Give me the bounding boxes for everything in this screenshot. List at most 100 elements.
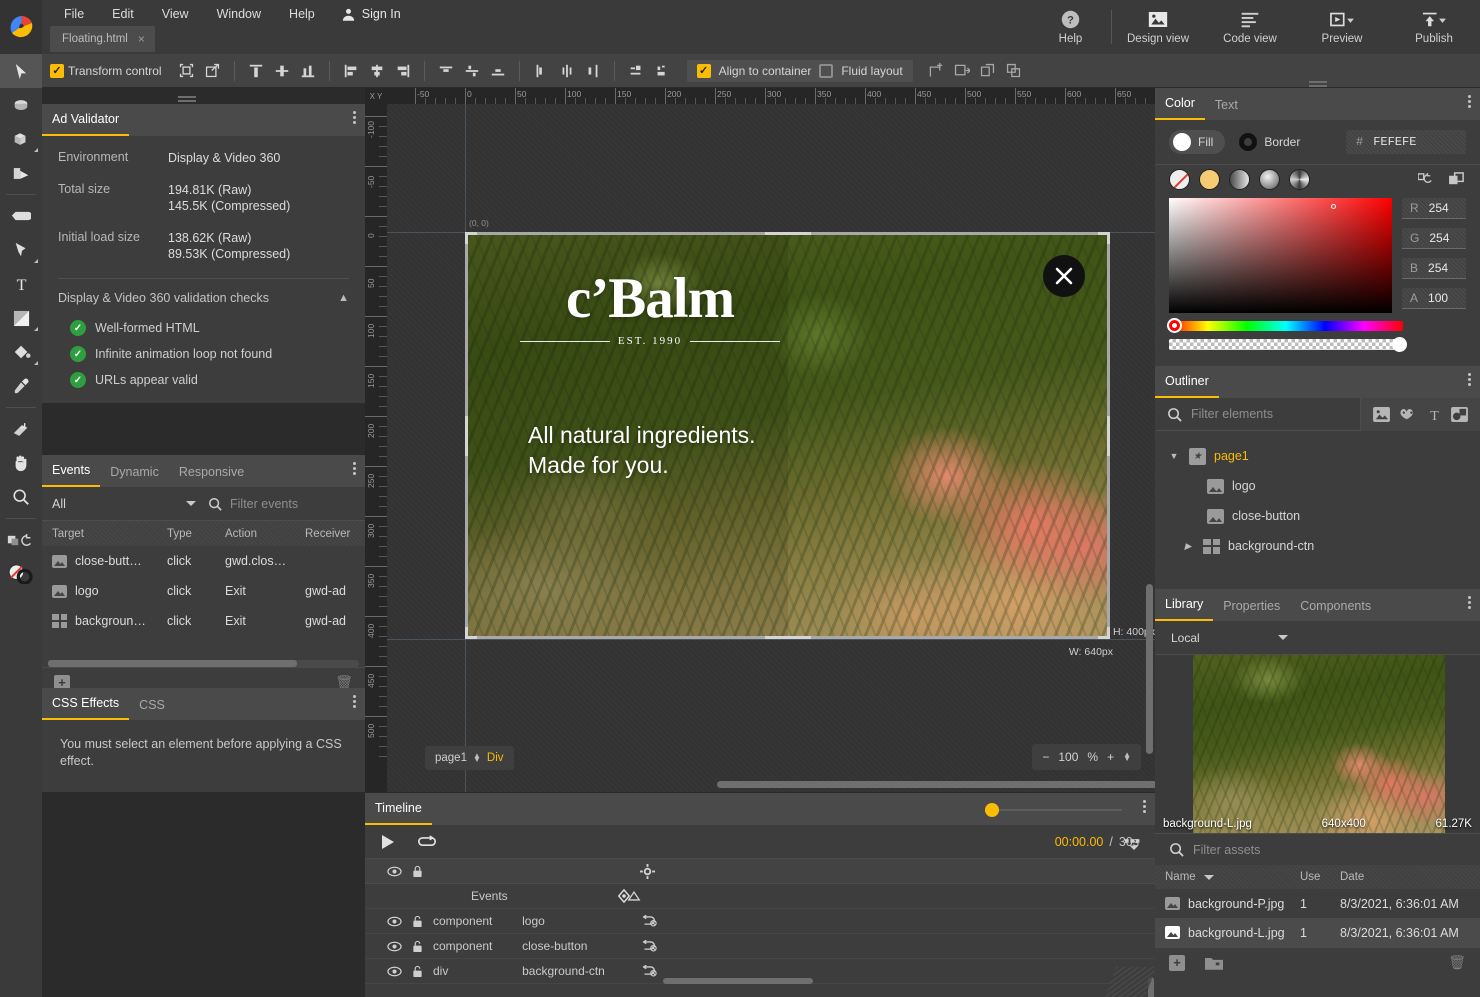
distribute-left-icon[interactable] xyxy=(528,59,554,83)
tool-paint-bucket[interactable] xyxy=(0,335,42,369)
library-row[interactable]: background-L.jpg 1 8/3/2021, 6:36:01 AM xyxy=(1155,918,1480,947)
canvas-horizontal-scrollbar[interactable] xyxy=(717,781,1157,788)
add-asset-button[interactable]: + xyxy=(1169,955,1185,971)
tab-timeline[interactable]: Timeline xyxy=(365,801,432,825)
panel-menu-icon[interactable] xyxy=(1468,95,1472,110)
resize-handle-left[interactable] xyxy=(465,416,468,456)
tool-zoom[interactable] xyxy=(0,480,42,514)
tool-tag-selection[interactable] xyxy=(0,88,42,122)
tool-pen[interactable] xyxy=(0,233,42,267)
no-animation-icon[interactable] xyxy=(640,965,665,977)
align-middle-icon[interactable] xyxy=(269,59,295,83)
panel-menu-icon[interactable] xyxy=(353,695,357,710)
timeline-zoom-knob[interactable] xyxy=(985,803,999,817)
tool-page-transition[interactable] xyxy=(0,412,42,446)
channel-r[interactable]: R 254 xyxy=(1402,198,1466,219)
hex-input[interactable]: # FEFEFE xyxy=(1346,130,1466,154)
zoom-value[interactable]: 100 xyxy=(1058,750,1078,764)
ruler-corner[interactable]: X Y xyxy=(365,88,387,104)
tab-text[interactable]: Text xyxy=(1205,98,1248,120)
outliner-node-page1[interactable]: ▼ ★ page1 xyxy=(1155,441,1480,471)
channel-b[interactable]: B 254 xyxy=(1402,258,1466,279)
tab-responsive[interactable]: Responsive xyxy=(169,465,254,487)
panel-grip[interactable] xyxy=(1288,77,1348,87)
design-view-button[interactable]: Design view xyxy=(1112,0,1204,54)
validation-checks-header[interactable]: Display & Video 360 validation checks ▲ xyxy=(58,289,349,315)
solid-fill-swatch[interactable] xyxy=(1199,169,1220,190)
transform-control-group[interactable]: ✓ Transform control xyxy=(50,64,162,78)
saturation-value-field[interactable] xyxy=(1169,198,1392,313)
resize-handle-top[interactable] xyxy=(765,232,811,235)
tool-swap-colors[interactable] xyxy=(0,523,42,557)
conic-gradient-swatch[interactable] xyxy=(1289,169,1310,190)
filter-images-icon[interactable] xyxy=(1373,407,1390,422)
outliner-node-logo[interactable]: logo xyxy=(1155,471,1480,501)
horizontal-ruler[interactable]: -500501001502002503003504004505005506006… xyxy=(365,88,1155,104)
tool-shape[interactable] xyxy=(0,301,42,335)
border-toggle[interactable]: Border xyxy=(1235,130,1312,154)
tool-selection[interactable] xyxy=(0,54,42,88)
distribute-top-icon[interactable] xyxy=(433,59,459,83)
space-horizontal-icon[interactable] xyxy=(623,59,649,83)
panel-menu-icon[interactable] xyxy=(1143,800,1147,815)
outliner-node-close-button[interactable]: close-button xyxy=(1155,501,1480,531)
space-vertical-icon[interactable] xyxy=(649,59,675,83)
unlock-icon[interactable] xyxy=(412,965,423,978)
table-row[interactable]: backgroun… click Exit gwd-ad xyxy=(42,606,365,636)
panel-grip[interactable] xyxy=(157,92,217,102)
tab-properties[interactable]: Properties xyxy=(1213,599,1290,621)
table-row[interactable]: close-butt… click gwd.clos… xyxy=(42,546,365,576)
events-search[interactable]: Filter events xyxy=(208,497,355,511)
no-animation-icon[interactable] xyxy=(640,915,665,927)
filter-components-icon[interactable] xyxy=(1399,407,1418,422)
library-source-select[interactable]: Local xyxy=(1155,621,1480,655)
distribute-bottom-icon[interactable] xyxy=(485,59,511,83)
eye-icon[interactable] xyxy=(387,941,402,952)
timeline-layer-row[interactable]: component close-button xyxy=(365,934,1155,959)
tab-components[interactable]: Components xyxy=(1290,599,1381,621)
eye-icon[interactable] xyxy=(387,966,402,977)
swap-color-icon[interactable] xyxy=(1418,172,1435,187)
align-left-icon[interactable] xyxy=(338,59,364,83)
zoom-stepper-icon[interactable]: ▲▼ xyxy=(1123,753,1131,761)
distribute-center-icon[interactable] xyxy=(554,59,580,83)
resize-handle-top-left[interactable] xyxy=(465,232,468,244)
hue-slider[interactable] xyxy=(1169,321,1403,331)
col-name[interactable]: Name xyxy=(1155,871,1300,883)
add-folder-button[interactable] xyxy=(1205,956,1223,970)
chevron-right-icon[interactable]: ▶ xyxy=(1181,541,1195,552)
panel-menu-icon[interactable] xyxy=(1468,373,1472,388)
page-selector[interactable]: page1 ▲▼ Div xyxy=(425,746,514,770)
zoom-in-button[interactable]: + xyxy=(1107,750,1114,764)
align-center-horizontal-icon[interactable] xyxy=(364,59,390,83)
channel-a[interactable]: A 100 xyxy=(1402,288,1466,309)
timeline-options-icon[interactable] xyxy=(1125,838,1143,852)
chevron-down-icon[interactable]: ▼ xyxy=(1167,451,1181,461)
delete-asset-button[interactable]: 🗑 xyxy=(1448,954,1466,971)
menu-edit[interactable]: Edit xyxy=(98,3,148,25)
align-top-icon[interactable] xyxy=(243,59,269,83)
insert-after-icon[interactable] xyxy=(949,59,975,83)
publish-button[interactable]: Publish xyxy=(1388,0,1480,54)
group-icon[interactable] xyxy=(975,59,1001,83)
tool-3d-object[interactable] xyxy=(0,156,42,190)
fluid-layout-checkbox[interactable] xyxy=(819,64,833,78)
menu-help[interactable]: Help xyxy=(275,3,329,25)
menu-file[interactable]: File xyxy=(50,3,98,25)
radial-gradient-swatch[interactable] xyxy=(1259,169,1280,190)
vertical-ruler[interactable]: -100-50050100150200250300350400450500 xyxy=(365,104,387,792)
alpha-slider-knob[interactable] xyxy=(1392,337,1407,352)
tool-eyedropper[interactable] xyxy=(0,369,42,403)
doc-tab-floating[interactable]: Floating.html × xyxy=(50,26,155,52)
resize-handle-bottom-right[interactable] xyxy=(1107,627,1110,639)
close-icon[interactable]: × xyxy=(138,32,145,46)
panel-menu-icon[interactable] xyxy=(353,462,357,477)
events-horizontal-scrollbar[interactable] xyxy=(48,660,359,667)
channel-g[interactable]: G 254 xyxy=(1402,228,1466,249)
resize-handle-bottom-left[interactable] xyxy=(465,627,468,639)
add-keyframe-icon[interactable] xyxy=(617,889,665,903)
library-row[interactable]: background-P.jpg 1 8/3/2021, 6:36:01 AM xyxy=(1155,889,1480,918)
tool-eraser[interactable] xyxy=(0,199,42,233)
ad-stage[interactable]: cʼBalm EST. 1990 All natural ingredients… xyxy=(465,232,1110,639)
resize-handle-top-right[interactable] xyxy=(1107,232,1110,244)
